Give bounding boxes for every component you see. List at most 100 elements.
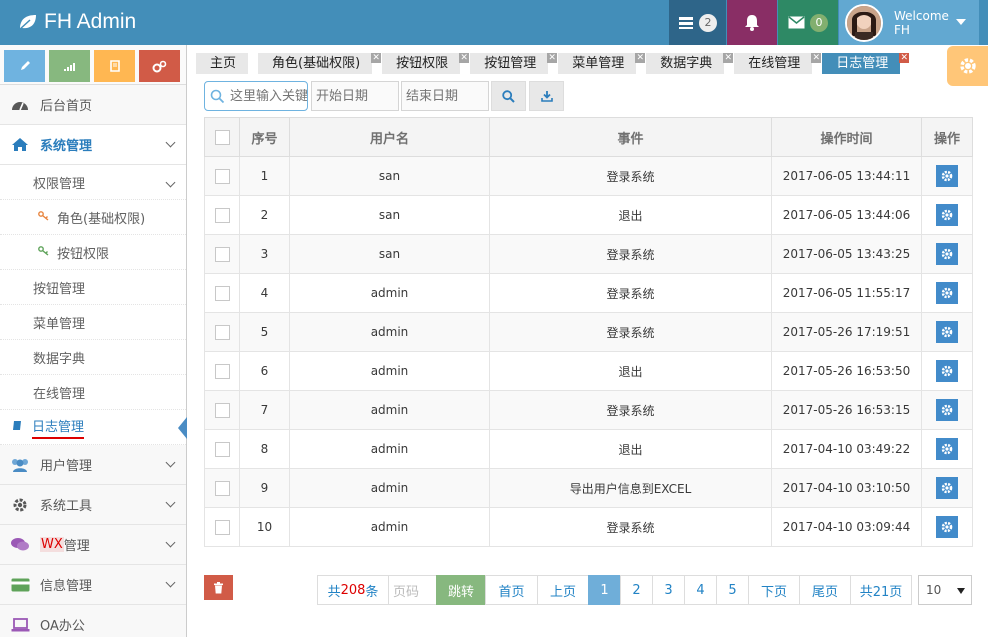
sidebar-item-wx[interactable]: WX 管理 bbox=[0, 525, 186, 565]
shortcut-pencil[interactable] bbox=[4, 50, 45, 82]
brand[interactable]: FH Admin bbox=[18, 9, 136, 35]
cell-event: 登录系统 bbox=[489, 390, 772, 430]
tab-button-permissions[interactable]: 按钮权限 ✕ bbox=[382, 53, 470, 74]
close-icon[interactable]: ✕ bbox=[459, 53, 470, 63]
row-checkbox[interactable] bbox=[214, 285, 230, 301]
row-checkbox[interactable] bbox=[214, 363, 230, 379]
sidebar-item-tools[interactable]: 系统工具 bbox=[0, 485, 186, 525]
row-checkbox[interactable] bbox=[214, 441, 230, 457]
row-settings-button[interactable] bbox=[936, 516, 958, 538]
tab-dictionary[interactable]: 数据字典 ✕ bbox=[646, 53, 734, 74]
sidebar-item-button-management[interactable]: 按钮管理 bbox=[0, 270, 186, 305]
export-button[interactable] bbox=[529, 81, 564, 111]
row-settings-button[interactable] bbox=[936, 399, 958, 421]
tab-button-management[interactable]: 按钮管理 ✕ bbox=[470, 53, 558, 74]
start-date-input[interactable] bbox=[316, 88, 396, 104]
table-row[interactable]: 2 san 退出 2017-06-05 13:44:06 bbox=[204, 195, 973, 235]
select-all-checkbox[interactable] bbox=[214, 129, 230, 145]
sidebar-item-permissions[interactable]: 权限管理 bbox=[0, 165, 186, 200]
table-row[interactable]: 1 san 登录系统 2017-06-05 13:44:11 bbox=[204, 156, 973, 196]
page-2-button[interactable]: 2 bbox=[620, 575, 653, 605]
sidebar-item-button-permissions[interactable]: 按钮权限 bbox=[0, 235, 186, 270]
table-row[interactable]: 4 admin 登录系统 2017-06-05 11:55:17 bbox=[204, 273, 973, 313]
prev-page-button[interactable]: 上页 bbox=[537, 575, 589, 605]
end-date-input[interactable] bbox=[406, 88, 486, 104]
trash-icon bbox=[214, 581, 223, 593]
select-all-cell bbox=[204, 117, 240, 157]
shortcut-cogs[interactable] bbox=[139, 50, 180, 82]
column-header-no[interactable]: 序号 bbox=[239, 117, 290, 157]
row-checkbox[interactable] bbox=[214, 519, 230, 535]
row-settings-button[interactable] bbox=[936, 282, 958, 304]
next-page-button[interactable]: 下页 bbox=[748, 575, 800, 605]
tasks-button[interactable]: 2 bbox=[669, 0, 726, 45]
row-settings-button[interactable] bbox=[936, 477, 958, 499]
close-icon[interactable]: ✕ bbox=[723, 53, 734, 63]
tab-logs[interactable]: 日志管理 ✕ bbox=[822, 53, 910, 74]
page-5-button[interactable]: 5 bbox=[716, 575, 749, 605]
end-date-field[interactable] bbox=[401, 81, 489, 111]
tab-home[interactable]: 主页 bbox=[196, 53, 249, 74]
row-settings-button[interactable] bbox=[936, 321, 958, 343]
table-row[interactable]: 3 san 登录系统 2017-06-05 13:43:25 bbox=[204, 234, 973, 274]
sidebar-item-system[interactable]: 系统管理 bbox=[0, 125, 186, 165]
column-header-event[interactable]: 事件 bbox=[489, 117, 772, 157]
sidebar-item-info[interactable]: 信息管理 bbox=[0, 565, 186, 605]
row-checkbox[interactable] bbox=[214, 402, 230, 418]
tab-role-permissions[interactable]: 角色(基础权限) ✕ bbox=[258, 53, 382, 74]
search-field[interactable] bbox=[204, 81, 308, 111]
sidebar-item-online[interactable]: 在线管理 bbox=[0, 375, 186, 410]
page-number-input[interactable]: 页码 bbox=[388, 575, 437, 605]
tab-online[interactable]: 在线管理 ✕ bbox=[734, 53, 822, 74]
close-icon[interactable]: ✕ bbox=[371, 53, 382, 63]
row-settings-button[interactable] bbox=[936, 165, 958, 187]
shortcut-book[interactable] bbox=[94, 50, 135, 82]
column-header-time[interactable]: 操作时间 bbox=[771, 117, 922, 157]
close-icon[interactable]: ✕ bbox=[547, 53, 558, 63]
sidebar-item-oa[interactable]: OA办公 bbox=[0, 605, 186, 637]
row-checkbox[interactable] bbox=[214, 480, 230, 496]
column-header-user[interactable]: 用户名 bbox=[289, 117, 490, 157]
row-checkbox[interactable] bbox=[214, 324, 230, 340]
first-page-button[interactable]: 首页 bbox=[485, 575, 538, 605]
tab-label: 菜单管理 bbox=[572, 56, 625, 71]
jump-button[interactable]: 跳转 bbox=[436, 575, 486, 605]
sidebar-item-users[interactable]: 用户管理 bbox=[0, 445, 186, 485]
table-row[interactable]: 7 admin 登录系统 2017-05-26 16:53:15 bbox=[204, 390, 973, 430]
table-row[interactable]: 5 admin 登录系统 2017-05-26 17:19:51 bbox=[204, 312, 973, 352]
sidebar-item-home[interactable]: 后台首页 bbox=[0, 85, 186, 125]
sidebar-item-logs[interactable]: 日志管理 bbox=[0, 410, 187, 445]
page-4-button[interactable]: 4 bbox=[684, 575, 717, 605]
start-date-field[interactable] bbox=[311, 81, 399, 111]
row-checkbox[interactable] bbox=[214, 246, 230, 262]
table-row[interactable]: 10 admin 登录系统 2017-04-10 03:09:44 bbox=[204, 507, 973, 547]
messages-button[interactable]: 0 bbox=[778, 0, 838, 45]
table-row[interactable]: 6 admin 退出 2017-05-26 16:53:50 bbox=[204, 351, 973, 391]
notifications-button[interactable] bbox=[727, 0, 777, 45]
page-size-select[interactable]: 10 bbox=[918, 575, 972, 605]
page-3-button[interactable]: 3 bbox=[652, 575, 685, 605]
tab-menu-management[interactable]: 菜单管理 ✕ bbox=[558, 53, 646, 74]
search-button[interactable] bbox=[491, 81, 526, 111]
row-checkbox[interactable] bbox=[214, 168, 230, 184]
row-checkbox[interactable] bbox=[214, 207, 230, 223]
table-row[interactable]: 8 admin 退出 2017-04-10 03:49:22 bbox=[204, 429, 973, 469]
row-settings-button[interactable] bbox=[936, 438, 958, 460]
settings-button[interactable] bbox=[947, 46, 988, 86]
sidebar-item-dictionary[interactable]: 数据字典 bbox=[0, 340, 186, 375]
close-icon[interactable]: ✕ bbox=[899, 53, 910, 63]
table-row[interactable]: 9 admin 导出用户信息到EXCEL 2017-04-10 03:10:50 bbox=[204, 468, 973, 508]
user-menu[interactable]: Welcome FH bbox=[839, 0, 979, 45]
page-1-button[interactable]: 1 bbox=[588, 575, 621, 605]
sidebar-item-menu-management[interactable]: 菜单管理 bbox=[0, 305, 186, 340]
delete-button[interactable] bbox=[204, 575, 233, 600]
row-settings-button[interactable] bbox=[936, 204, 958, 226]
close-icon[interactable]: ✕ bbox=[635, 53, 646, 63]
row-settings-button[interactable] bbox=[936, 243, 958, 265]
sidebar-item-role-permissions[interactable]: 角色(基础权限) bbox=[0, 200, 186, 235]
shortcut-signal[interactable] bbox=[49, 50, 90, 82]
last-page-button[interactable]: 尾页 bbox=[799, 575, 851, 605]
search-input[interactable] bbox=[230, 88, 307, 104]
row-settings-button[interactable] bbox=[936, 360, 958, 382]
close-icon[interactable]: ✕ bbox=[811, 53, 822, 63]
